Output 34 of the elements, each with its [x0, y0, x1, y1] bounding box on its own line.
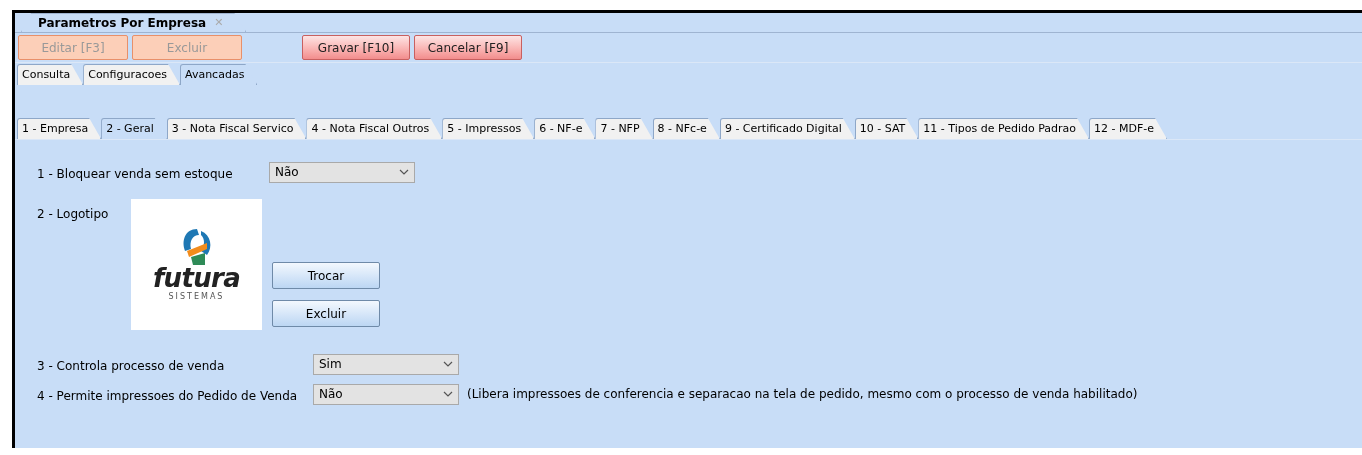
tab[interactable]: 8 - NFc-e	[652, 118, 720, 139]
tab[interactable]: 5 - Impressos	[442, 118, 535, 139]
chevron-down-icon	[443, 361, 453, 367]
tab[interactable]: 10 - SAT	[854, 118, 919, 139]
document-tab[interactable]: Parametros Por Empresa ✕	[21, 13, 247, 32]
tab[interactable]: 9 - Certificado Digital	[719, 118, 855, 139]
field-label: 2 - Logotipo	[37, 206, 110, 223]
field-label: 4 - Permite impressoes do Pedido de Venda	[37, 388, 299, 405]
chevron-down-icon	[443, 391, 453, 397]
tab[interactable]: 3 - Nota Fiscal Servico	[166, 118, 307, 139]
tab[interactable]: 1 - Empresa	[17, 118, 102, 139]
dropdown[interactable]: Sim	[313, 353, 459, 375]
toolbar-button[interactable]: Cancelar [F9]	[414, 35, 522, 60]
tab[interactable]: 6 - NF-e	[534, 118, 596, 139]
tab[interactable]: 11 - Tipos de Pedido Padrao	[918, 118, 1090, 139]
logo-button[interactable]: Trocar	[272, 262, 380, 289]
tab[interactable]: 7 - NFP	[595, 118, 653, 139]
field-label: 1 - Bloquear venda sem estoque	[37, 166, 234, 183]
tab[interactable]: Avancadas	[180, 64, 258, 85]
logo-tagline: SISTEMAS	[168, 290, 225, 303]
dropdown[interactable]: Não	[313, 383, 459, 405]
tab[interactable]: 4 - Nota Fiscal Outros	[306, 118, 443, 139]
logo-name: futura	[152, 264, 241, 291]
tab[interactable]: 2 - Geral	[101, 118, 167, 139]
toolbar-button[interactable]: Gravar [F10]	[302, 35, 410, 60]
tab[interactable]: Configuracoes	[83, 64, 180, 85]
tab[interactable]: 12 - MDF-e	[1089, 118, 1168, 139]
logo-button[interactable]: Excluir	[272, 300, 380, 327]
tab[interactable]: Consulta	[17, 64, 84, 85]
chevron-down-icon	[399, 169, 409, 175]
tab-title: Parametros Por Empresa	[38, 15, 207, 32]
field-label: 3 - Controla processo de venda	[37, 358, 226, 375]
dropdown[interactable]: Não	[269, 161, 415, 183]
field-note: (Libera impressoes de conferencia e separacao na tela de pedido, mesmo com o processo de venda habilitado)	[467, 386, 1138, 403]
